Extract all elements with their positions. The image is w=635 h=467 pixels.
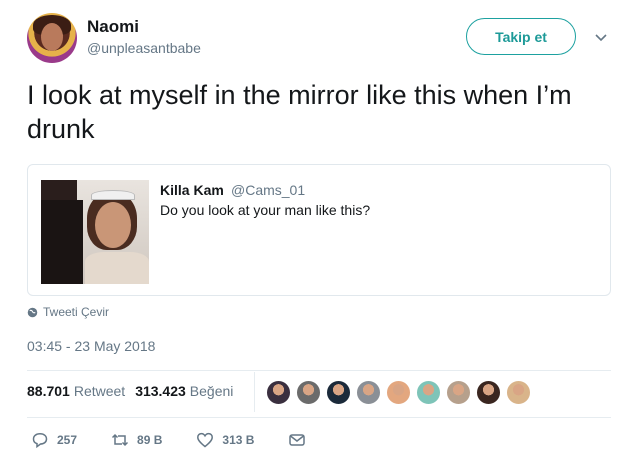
image-shoulder [85,252,149,284]
liker-avatar[interactable] [416,380,441,405]
tweet-header: Naomi @unpleasantbabe Takip et [27,13,617,65]
image-face [95,202,131,248]
image-figure [41,200,83,284]
retweet-action-count: 89 B [137,433,163,447]
reply-action[interactable]: 257 [31,431,77,449]
tweet-actions: 257 89 B 313 B [31,431,340,449]
like-count[interactable]: 313.423 [135,383,186,399]
liker-avatar[interactable] [296,380,321,405]
author-handle[interactable]: @unpleasantbabe [87,40,201,56]
like-label[interactable]: Beğeni [190,383,234,399]
stats-separator [254,372,255,412]
liker-avatar[interactable] [356,380,381,405]
tweet-timestamp[interactable]: 03:45 - 23 May 2018 [27,338,155,354]
quoted-author-handle[interactable]: @Cams_01 [231,182,305,198]
retweet-count[interactable]: 88.701 [27,383,70,399]
like-action-count: 313 B [222,433,255,447]
liker-avatar[interactable] [446,380,471,405]
reply-icon [32,433,48,449]
liker-avatars [266,380,531,405]
liker-avatar[interactable] [266,380,291,405]
liker-avatar[interactable] [476,380,501,405]
avatar-face [41,23,63,51]
direct-message-action[interactable] [288,431,306,449]
reply-count: 257 [57,433,78,447]
author-avatar[interactable] [27,13,77,63]
translate-tweet-link[interactable]: Tweeti Çevir [27,305,109,319]
globe-icon [27,307,38,317]
follow-button[interactable]: Takip et [466,18,576,55]
quoted-tweet-image[interactable] [41,180,149,284]
quoted-tweet[interactable]: Killa Kam @Cams_01 Do you look at your m… [27,164,611,296]
retweet-icon [112,433,129,447]
tweet-text: I look at myself in the mirror like this… [27,80,572,144]
retweet-action[interactable]: 89 B [111,431,162,449]
tweet-stats: 88.701 Retweet 313.423 Beğeni [27,383,243,399]
retweet-label[interactable]: Retweet [74,383,125,399]
divider [27,417,611,418]
liker-avatar[interactable] [326,380,351,405]
author-name[interactable]: Naomi [87,17,139,37]
like-action[interactable]: 313 B [196,431,254,449]
quoted-author-name[interactable]: Killa Kam [160,182,224,198]
liker-avatar[interactable] [386,380,411,405]
translate-label[interactable]: Tweeti Çevir [43,305,109,319]
heart-icon [197,432,214,448]
chevron-down-icon[interactable] [593,29,609,45]
image-tiara [91,190,135,200]
quoted-tweet-text: Do you look at your man like this? [160,202,371,218]
envelope-icon [289,434,306,446]
divider [27,370,611,371]
liker-avatar[interactable] [506,380,531,405]
